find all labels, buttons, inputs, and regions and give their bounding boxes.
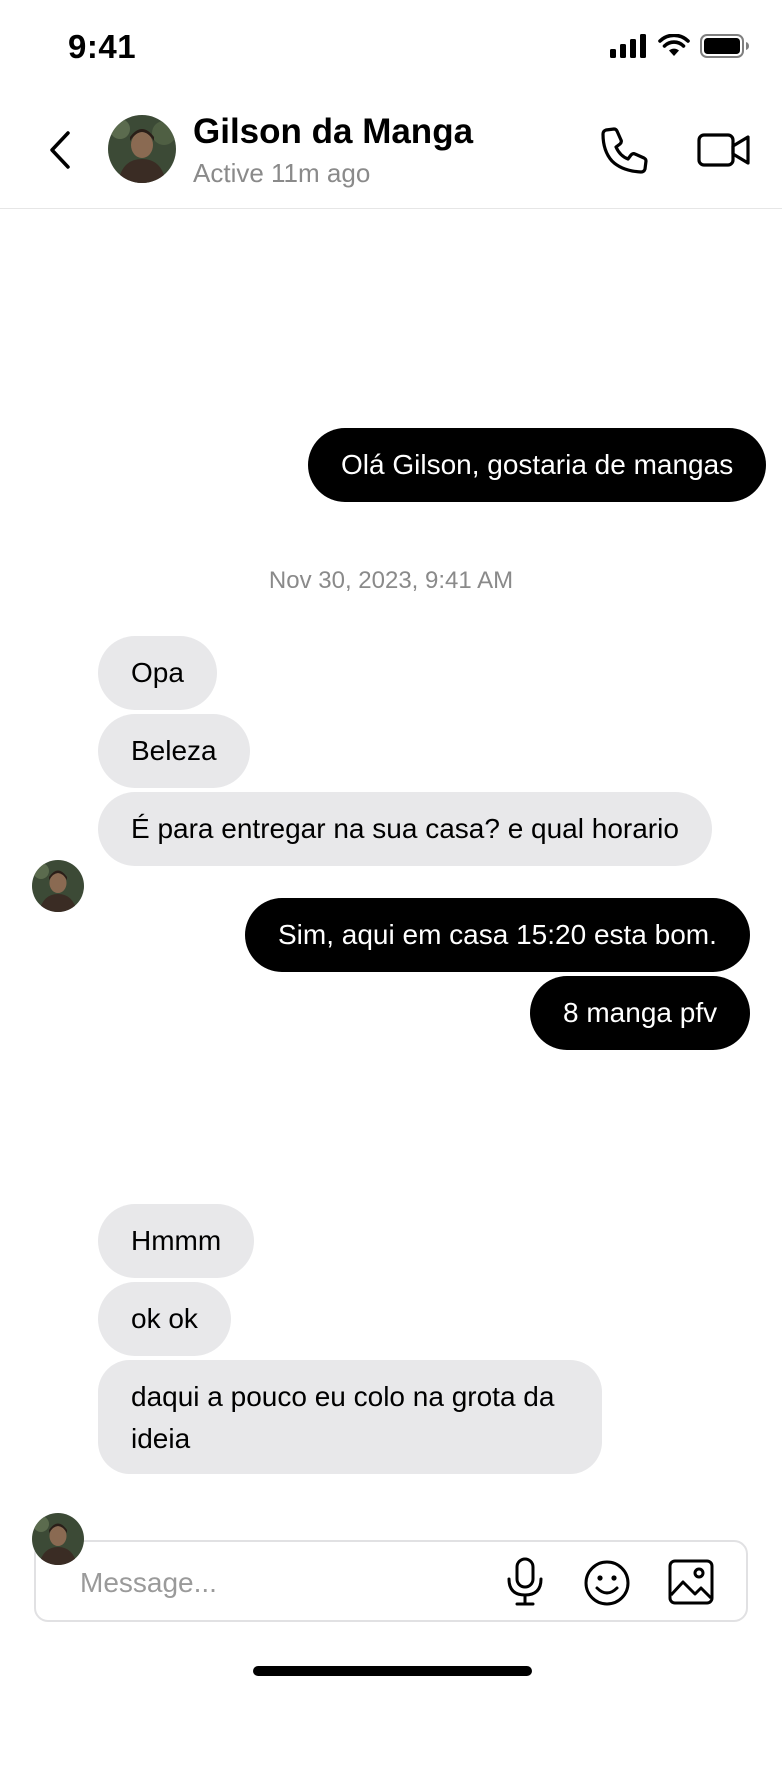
message-bubble-incoming[interactable]: ok ok bbox=[98, 1282, 231, 1356]
signal-icon bbox=[610, 34, 646, 58]
contact-avatar[interactable] bbox=[108, 115, 176, 183]
contact-name: Gilson da Manga bbox=[193, 112, 474, 151]
battery-icon bbox=[700, 34, 749, 58]
microphone-icon bbox=[507, 1557, 543, 1606]
message-bubble-outgoing[interactable]: Olá Gilson, gostaria de mangas bbox=[308, 428, 767, 502]
message-bubble-incoming[interactable]: Beleza bbox=[98, 714, 250, 788]
image-icon bbox=[668, 1559, 714, 1605]
message-bubble-incoming[interactable]: daqui a pouco eu colo na grota da ideia bbox=[98, 1360, 602, 1474]
voice-message-button[interactable] bbox=[505, 1557, 545, 1607]
status-icons bbox=[610, 34, 750, 58]
message-input[interactable] bbox=[78, 1560, 482, 1606]
message-bubble-outgoing[interactable]: 8 manga pfv bbox=[530, 976, 751, 1050]
smiley-icon bbox=[584, 1560, 630, 1606]
phone-icon bbox=[601, 127, 648, 174]
sender-avatar bbox=[32, 860, 84, 912]
message-bubble-incoming[interactable]: Hmmm bbox=[98, 1204, 255, 1278]
video-call-button[interactable] bbox=[697, 128, 751, 172]
home-indicator[interactable] bbox=[253, 1666, 532, 1676]
video-camera-icon bbox=[697, 133, 750, 167]
sender-avatar bbox=[32, 1513, 84, 1565]
emoji-button[interactable] bbox=[583, 1559, 631, 1607]
contact-status: Active 11m ago bbox=[193, 158, 371, 188]
message-bubble-incoming[interactable]: É para entregar na sua casa? e qual hora… bbox=[98, 792, 712, 866]
attach-image-button[interactable] bbox=[668, 1559, 714, 1605]
message-timestamp: Nov 30, 2023, 9:41 AM bbox=[268, 567, 514, 594]
wifi-icon bbox=[658, 34, 690, 56]
chevron-left-icon bbox=[50, 131, 70, 169]
voice-call-button[interactable] bbox=[598, 124, 650, 176]
message-bubble-incoming[interactable]: Opa bbox=[98, 636, 217, 710]
status-time: 9:41 bbox=[68, 28, 137, 65]
back-button[interactable] bbox=[40, 128, 80, 172]
message-bubble-outgoing[interactable]: Sim, aqui em casa 15:20 esta bom. bbox=[245, 898, 750, 972]
